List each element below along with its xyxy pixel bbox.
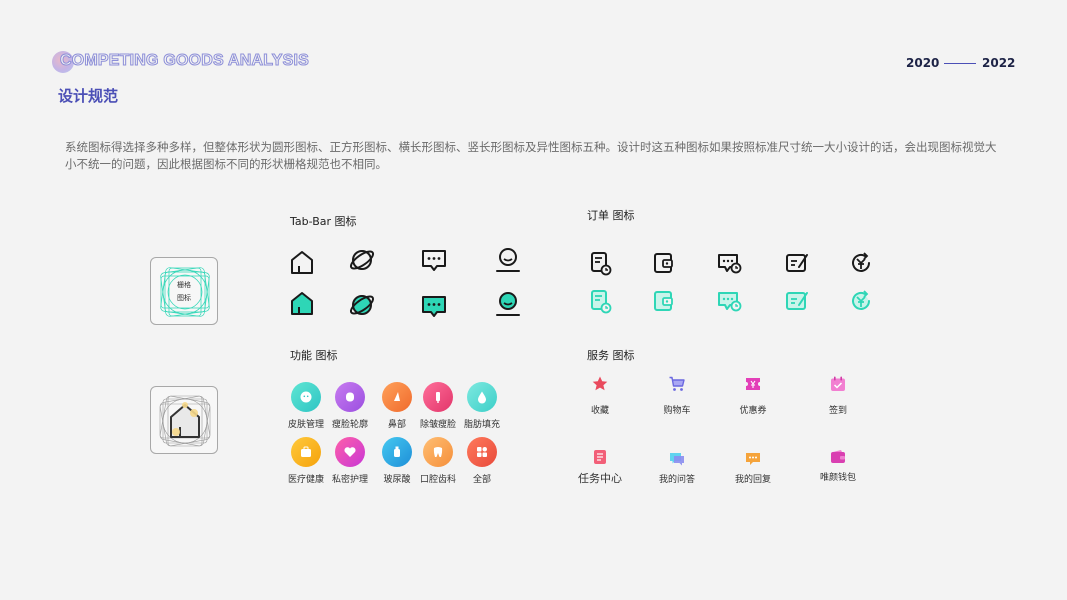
wallet-icon [829, 448, 847, 466]
year-start: 2020 [906, 56, 940, 70]
message-icon [420, 246, 448, 274]
grid-card-label-line2: 图标 [177, 294, 191, 302]
order-pending-active-icon [587, 287, 615, 315]
qa-chat-icon [668, 450, 686, 468]
page-header-title: COMPETING GOODS ANALYSIS [60, 52, 310, 70]
tooth-icon [423, 437, 453, 467]
nose-icon [382, 382, 412, 412]
svc-label: 我的问答 [658, 475, 695, 485]
svc-cart[interactable]: 购物车 [642, 375, 712, 416]
calendar-check-icon [829, 375, 847, 393]
user-active-icon [494, 290, 522, 318]
house-grid-icon [159, 395, 211, 447]
svc-label: 我的回复 [734, 475, 771, 485]
section-title-tabbar: Tab-Bar 图标 [290, 215, 357, 228]
section-title-order: 订单 图标 [587, 209, 635, 222]
svc-my-qa[interactable]: 我的问答 [642, 450, 712, 485]
grid-spec-card-circle: 栅格 图标 [150, 257, 218, 325]
func-label: 脂肪填充 [463, 420, 500, 430]
description-text: 系统图标得选择多种多样，但整体形状为圆形图标、正方形图标、横长形图标、竖长形图标… [65, 140, 997, 171]
drop-icon [467, 382, 497, 412]
year-divider [944, 63, 976, 64]
svc-favorites[interactable]: 收藏 [565, 375, 635, 416]
func-fat-fill[interactable]: 脂肪填充 [454, 382, 510, 430]
svc-label: 签到 [828, 406, 847, 416]
section-title-service: 服务 图标 [587, 349, 635, 362]
svc-my-replies[interactable]: 我的回复 [718, 450, 788, 485]
cart-icon [668, 375, 686, 393]
bottle-icon [382, 437, 412, 467]
review-active-icon [783, 287, 811, 315]
heart-icon [335, 437, 365, 467]
svc-checkin[interactable]: 签到 [803, 375, 873, 416]
svc-coupon[interactable]: 优惠券 [718, 375, 788, 416]
svc-label: 唯颜钱包 [819, 473, 856, 483]
comment-pending-icon [716, 249, 744, 277]
home-icon [288, 248, 316, 276]
medical-kit-icon [291, 437, 321, 467]
refund-icon [847, 249, 875, 277]
svc-wallet[interactable]: 唯颜钱包 [803, 448, 873, 483]
planet-icon [348, 246, 376, 274]
svc-label: 任务中心 [578, 472, 622, 485]
wallet-order-icon [650, 249, 678, 277]
coupon-icon [744, 375, 762, 393]
year-end: 2022 [982, 56, 1016, 70]
syringe-icon [423, 382, 453, 412]
face-contour-icon [335, 382, 365, 412]
review-icon [783, 249, 811, 277]
svc-label: 优惠券 [739, 406, 767, 416]
face-icon [291, 382, 321, 412]
grid-spec-card-house [150, 386, 218, 454]
grid-menu-icon [467, 437, 497, 467]
planet-active-icon [348, 291, 376, 319]
section-title-function: 功能 图标 [290, 349, 338, 362]
star-icon [591, 375, 609, 393]
refund-active-icon [847, 287, 875, 315]
svc-task-center[interactable]: 任务中心 [565, 448, 635, 486]
message-active-icon [420, 292, 448, 320]
page-subtitle: 设计规范 [58, 87, 119, 105]
func-label: 全部 [472, 475, 491, 485]
reply-chat-icon [744, 450, 762, 468]
grid-lines-icon [160, 267, 210, 317]
func-all[interactable]: 全部 [454, 437, 510, 485]
order-pending-icon [587, 249, 615, 277]
grid-card-label-line1: 栅格 [177, 281, 191, 289]
wallet-order-active-icon [650, 287, 678, 315]
svc-label: 购物车 [663, 406, 691, 416]
user-icon [494, 246, 522, 274]
task-list-icon [591, 448, 609, 466]
home-active-icon [288, 289, 316, 317]
svc-label: 收藏 [590, 406, 609, 416]
comment-pending-active-icon [716, 287, 744, 315]
